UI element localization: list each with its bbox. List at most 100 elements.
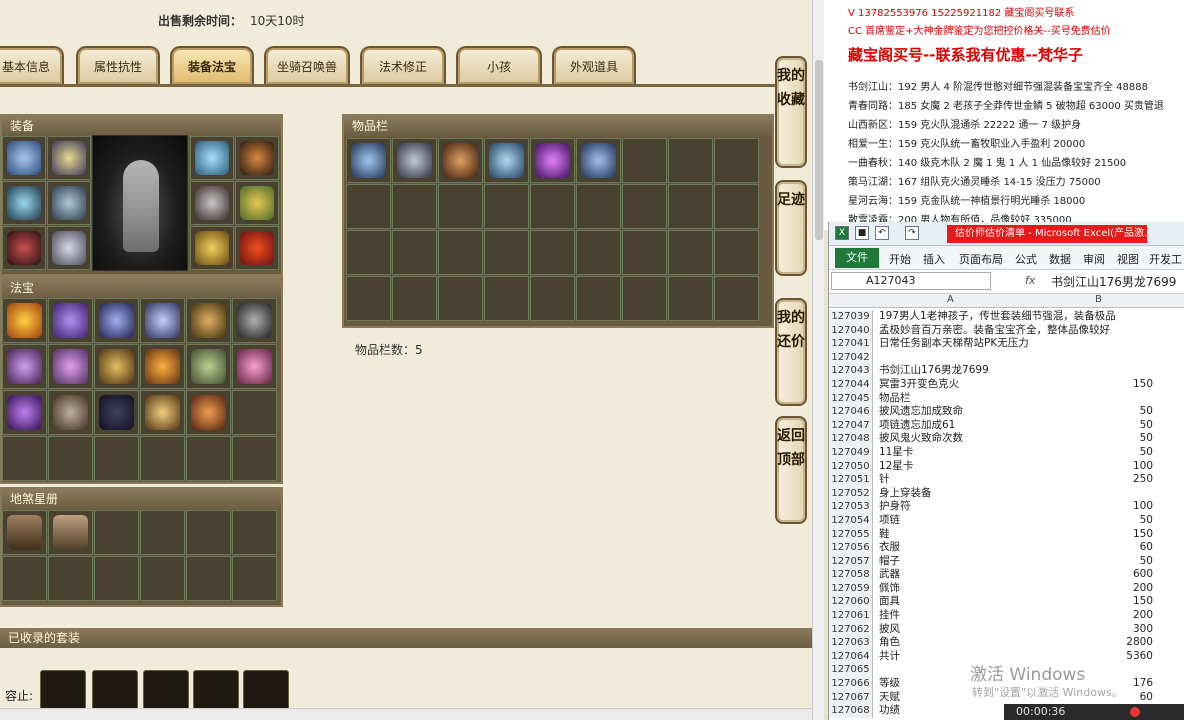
equip-slot[interactable] (47, 181, 91, 225)
ribbon-tab-file[interactable]: 文件 (835, 248, 879, 268)
cell-a[interactable]: 披风遗忘加成致命 (879, 405, 963, 418)
fabao-slot[interactable] (186, 436, 231, 481)
equip-slot[interactable] (2, 136, 46, 180)
cell-b[interactable]: 50 (1083, 446, 1153, 459)
inventory-slot[interactable] (714, 138, 759, 183)
sheet-row[interactable]: 127058 武器 600 (829, 568, 1184, 582)
inventory-slot[interactable] (346, 230, 391, 275)
cell-b[interactable]: 150 (1083, 528, 1153, 541)
sheet-row[interactable]: 127042 (829, 350, 1184, 365)
tab-mounts-pets[interactable]: 坐骑召唤兽 (264, 46, 350, 84)
star-card-slot[interactable] (186, 510, 231, 555)
cell-a[interactable]: 12星卡 (879, 460, 913, 473)
inventory-slot[interactable] (622, 184, 667, 229)
inventory-slot[interactable] (438, 276, 483, 321)
inventory-slot[interactable] (576, 230, 621, 275)
cell-a[interactable]: 日常任务副本天梯帮站PK无压力 (879, 337, 1029, 350)
ribbon-tab-home[interactable]: 开始 (889, 251, 911, 267)
inventory-slot[interactable] (622, 230, 667, 275)
redo-icon[interactable]: ↷ (905, 226, 919, 240)
inventory-slot[interactable] (668, 230, 713, 275)
ribbon-tab-developer[interactable]: 开发工 (1149, 251, 1182, 267)
sheet-row[interactable]: 127060 面具 150 (829, 595, 1184, 610)
undo-icon[interactable]: ↶ (875, 226, 889, 240)
equip-slot[interactable] (190, 226, 234, 270)
equip-slot[interactable] (47, 136, 91, 180)
star-card-slot[interactable] (2, 510, 47, 555)
fabao-slot[interactable] (232, 436, 277, 481)
tab-basic-info[interactable]: 基本信息 (0, 46, 64, 84)
sheet-row[interactable]: 127045 物品栏 (829, 391, 1184, 406)
star-card-slot[interactable] (94, 556, 139, 601)
cell-b[interactable]: 150 (1083, 595, 1153, 608)
cell-a[interactable]: 共计 (879, 650, 900, 663)
back-to-top-button[interactable]: 返回顶部 (775, 416, 807, 524)
cell-b[interactable]: 200 (1083, 609, 1153, 622)
inventory-slot[interactable] (576, 138, 621, 183)
cell-a[interactable]: 武器 (879, 568, 900, 581)
cell-b[interactable]: 50 (1083, 432, 1153, 445)
tab-appearance[interactable]: 外观道具 (552, 46, 636, 84)
tab-spell-fix[interactable]: 法术修正 (360, 46, 446, 84)
star-card-slot[interactable] (48, 556, 93, 601)
cell-a[interactable]: 挂件 (879, 609, 900, 622)
inventory-slot[interactable] (484, 230, 529, 275)
name-box[interactable]: A127043 (831, 272, 991, 290)
fabao-slot[interactable] (48, 344, 93, 389)
cell-b[interactable]: 50 (1083, 555, 1153, 568)
sheet-row[interactable]: 127049 11星卡 50 (829, 445, 1184, 460)
equip-slot[interactable] (190, 136, 234, 180)
inventory-slot[interactable] (438, 230, 483, 275)
sheet-row[interactable]: 127039 197男人1老神孩子，传世套装细节强混，装备极品 (829, 310, 1184, 324)
inventory-slot[interactable] (484, 184, 529, 229)
sheet-row[interactable]: 127047 项链遗忘加成61 50 (829, 418, 1184, 433)
inventory-slot[interactable] (576, 184, 621, 229)
cell-b[interactable]: 200 (1083, 582, 1153, 595)
fabao-slot[interactable] (140, 436, 185, 481)
sheet-row[interactable]: 127050 12星卡 100 (829, 459, 1184, 474)
cell-b[interactable]: 100 (1083, 500, 1153, 513)
tab-attributes[interactable]: 属性抗性 (76, 46, 160, 84)
inventory-slot[interactable] (668, 138, 713, 183)
fabao-slot[interactable] (140, 298, 185, 343)
star-card-slot[interactable] (140, 556, 185, 601)
inventory-slot[interactable] (346, 184, 391, 229)
fabao-slot[interactable] (186, 344, 231, 389)
horizontal-scrollbar[interactable] (0, 708, 812, 720)
cell-b[interactable]: 50 (1083, 419, 1153, 432)
star-card-slot[interactable] (140, 510, 185, 555)
inventory-slot[interactable] (668, 276, 713, 321)
inventory-slot[interactable] (484, 138, 529, 183)
cell-a[interactable]: 针 (879, 473, 890, 486)
sheet-row[interactable]: 127040 孟极妙音百万亲密。装备宝宝齐全，整体品像较好 (829, 323, 1184, 338)
my-favorites-button[interactable]: 我的收藏 (775, 56, 807, 168)
cell-a[interactable]: 护身符 (879, 500, 911, 513)
fx-icon[interactable]: fx (1025, 274, 1035, 287)
ribbon-tab-formulas[interactable]: 公式 (1015, 251, 1037, 267)
tab-equipment[interactable]: 装备法宝 (170, 46, 254, 84)
sheet-row[interactable]: 127059 佩饰 200 (829, 581, 1184, 596)
cell-a[interactable]: 披风鬼火致命次数 (879, 432, 963, 445)
fabao-slot[interactable] (94, 298, 139, 343)
inventory-slot[interactable] (714, 230, 759, 275)
cell-a[interactable]: 角色 (879, 636, 900, 649)
cell-a[interactable]: 书剑江山176男龙7699 (879, 364, 989, 377)
cell-b[interactable]: 5360 (1083, 650, 1153, 663)
sheet-row[interactable]: 127043 书剑江山176男龙7699 (829, 364, 1184, 378)
equip-slot[interactable] (47, 226, 91, 270)
footprints-button[interactable]: 足迹 (775, 180, 807, 276)
star-card-slot[interactable] (2, 556, 47, 601)
equip-slot[interactable] (235, 136, 279, 180)
fabao-slot[interactable] (48, 436, 93, 481)
cell-b[interactable]: 300 (1083, 623, 1153, 636)
fabao-slot[interactable] (140, 390, 185, 435)
cell-a[interactable]: 佩饰 (879, 582, 900, 595)
inventory-slot[interactable] (530, 184, 575, 229)
cell-b[interactable]: 600 (1083, 568, 1153, 581)
star-card-slot[interactable] (94, 510, 139, 555)
fabao-slot[interactable] (2, 390, 47, 435)
inventory-slot[interactable] (622, 138, 667, 183)
sheet-row[interactable]: 127053 护身符 100 (829, 500, 1184, 514)
ribbon-tab-view[interactable]: 视图 (1117, 251, 1139, 267)
cell-b[interactable]: 50 (1083, 514, 1153, 527)
